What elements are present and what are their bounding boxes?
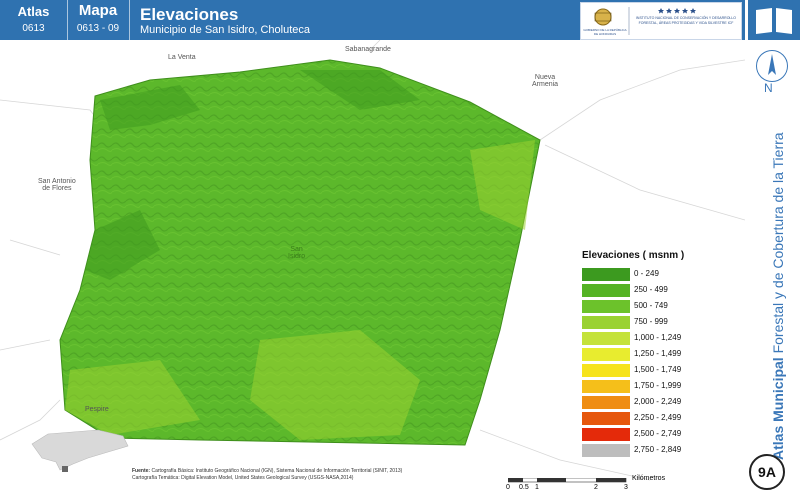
legend-swatch (582, 380, 630, 393)
mapa-label: Mapa (78, 2, 118, 19)
source-line-2: Cartografía Temática: Digital Elevation … (132, 475, 354, 481)
legend-label: 1,000 - 1,249 (634, 333, 682, 342)
place-san-antonio-de-flores: San Antonio de Flores (38, 178, 76, 192)
legend-swatch (582, 268, 630, 281)
legend-label: 1,750 - 1,999 (634, 381, 682, 390)
scale-tick-3: 3 (624, 484, 628, 491)
source-line-1: Cartografía Básica: Instituto Geográfico… (151, 468, 403, 474)
honduras-outline-icon (31, 429, 129, 472)
place-pespire: Pespire (85, 406, 109, 413)
mapa-code: 0613 - 09 (76, 23, 120, 34)
legend-label: 250 - 499 (634, 285, 668, 294)
logos-panel: GOBIERNO DE LA REPÚBLICA DE HONDURAS INS… (580, 2, 742, 40)
legend-label: 500 - 749 (634, 301, 668, 310)
legend-label: 2,250 - 2,499 (634, 413, 682, 422)
legend-swatch (582, 444, 630, 457)
north-arrow-icon (756, 50, 788, 82)
legend-item: 1,250 - 1,499 (582, 348, 702, 361)
atlas-vertical-title: Atlas Municipal Forestal y de Cobertura … (770, 132, 786, 460)
honduras-locator-map (28, 424, 132, 480)
legend-label: 2,750 - 2,849 (634, 445, 682, 454)
legend-swatch (582, 348, 630, 361)
legend-swatch (582, 284, 630, 297)
scale-unit: Kilómetros (632, 475, 666, 482)
place-sabanagrande: Sabanagrande (345, 46, 391, 53)
atlas-label: Atlas (17, 4, 50, 19)
legend-swatch (582, 396, 630, 409)
legend-item: 2,250 - 2,499 (582, 412, 702, 425)
legend-item: 2,750 - 2,849 (582, 444, 702, 457)
vertical-title-bold: Atlas Municipal (770, 357, 786, 460)
legend-item: 250 - 499 (582, 284, 702, 297)
legend-swatch (582, 364, 630, 377)
map-badge: 9A (749, 454, 785, 490)
legend-item: 0 - 249 (582, 268, 702, 281)
legend-swatch (582, 300, 630, 313)
open-book-icon (756, 8, 792, 34)
scale-tick-0: 0 (506, 484, 510, 491)
place-san-isidro: San Isidro (288, 246, 306, 260)
compass-needle-icon (768, 54, 776, 75)
legend-title: Elevaciones ( msnm ) (582, 250, 685, 261)
legend-item: 1,000 - 1,249 (582, 332, 702, 345)
legend-item: 2,000 - 2,249 (582, 396, 702, 409)
legend-label: 750 - 999 (634, 317, 668, 326)
source-label: Fuente: (132, 468, 151, 474)
legend-label: 2,500 - 2,749 (634, 429, 682, 438)
legend-label: 2,000 - 2,249 (634, 397, 682, 406)
gov-logo-text: GOBIERNO DE LA REPÚBLICA DE HONDURAS (583, 28, 627, 36)
vertical-title-rest: Forestal y de Cobertura de la Tierra (770, 132, 786, 358)
legend-swatch (582, 428, 630, 441)
legend-swatch (582, 332, 630, 345)
source-notes: Fuente: Cartografía Básica: Instituto Ge… (132, 468, 472, 482)
scale-tick-2: 2 (594, 484, 598, 491)
legend-item: 2,500 - 2,749 (582, 428, 702, 441)
mapa-box: Mapa 0613 - 09 (67, 0, 130, 40)
place-nueva-armenia: Nueva Armenia (532, 74, 559, 88)
legend-swatch (582, 316, 630, 329)
map-title: Elevaciones (140, 5, 239, 24)
atlas-code: 0613 (22, 23, 45, 34)
atlas-box: Atlas 0613 (0, 0, 68, 40)
legend-swatch (582, 412, 630, 425)
legend-label: 1,250 - 1,499 (634, 349, 682, 358)
legend-item: 500 - 749 (582, 300, 702, 313)
legend-label: 0 - 249 (634, 269, 659, 278)
scale-tick-1: 1 (535, 484, 539, 491)
north-label: N (764, 81, 773, 95)
legend-label: 1,500 - 1,749 (634, 365, 682, 374)
atlas-book-icon (748, 0, 800, 40)
icf-logo-text: INSTITUTO NACIONAL DE CONSERVACIÓN Y DES… (635, 16, 737, 25)
scale-tick-05: 0.5 (519, 484, 529, 491)
scale-bar: 0 0.5 1 2 3 Kilómetros (506, 475, 665, 492)
legend-item: 750 - 999 (582, 316, 702, 329)
place-la-venta: La Venta (168, 54, 196, 61)
legend-item: 1,750 - 1,999 (582, 380, 702, 393)
legend-item: 1,500 - 1,749 (582, 364, 702, 377)
header-bar: Atlas 0613 Mapa 0613 - 09 Elevaciones Mu… (0, 0, 745, 40)
map-subtitle: Municipio de San Isidro, Choluteca (140, 24, 310, 36)
